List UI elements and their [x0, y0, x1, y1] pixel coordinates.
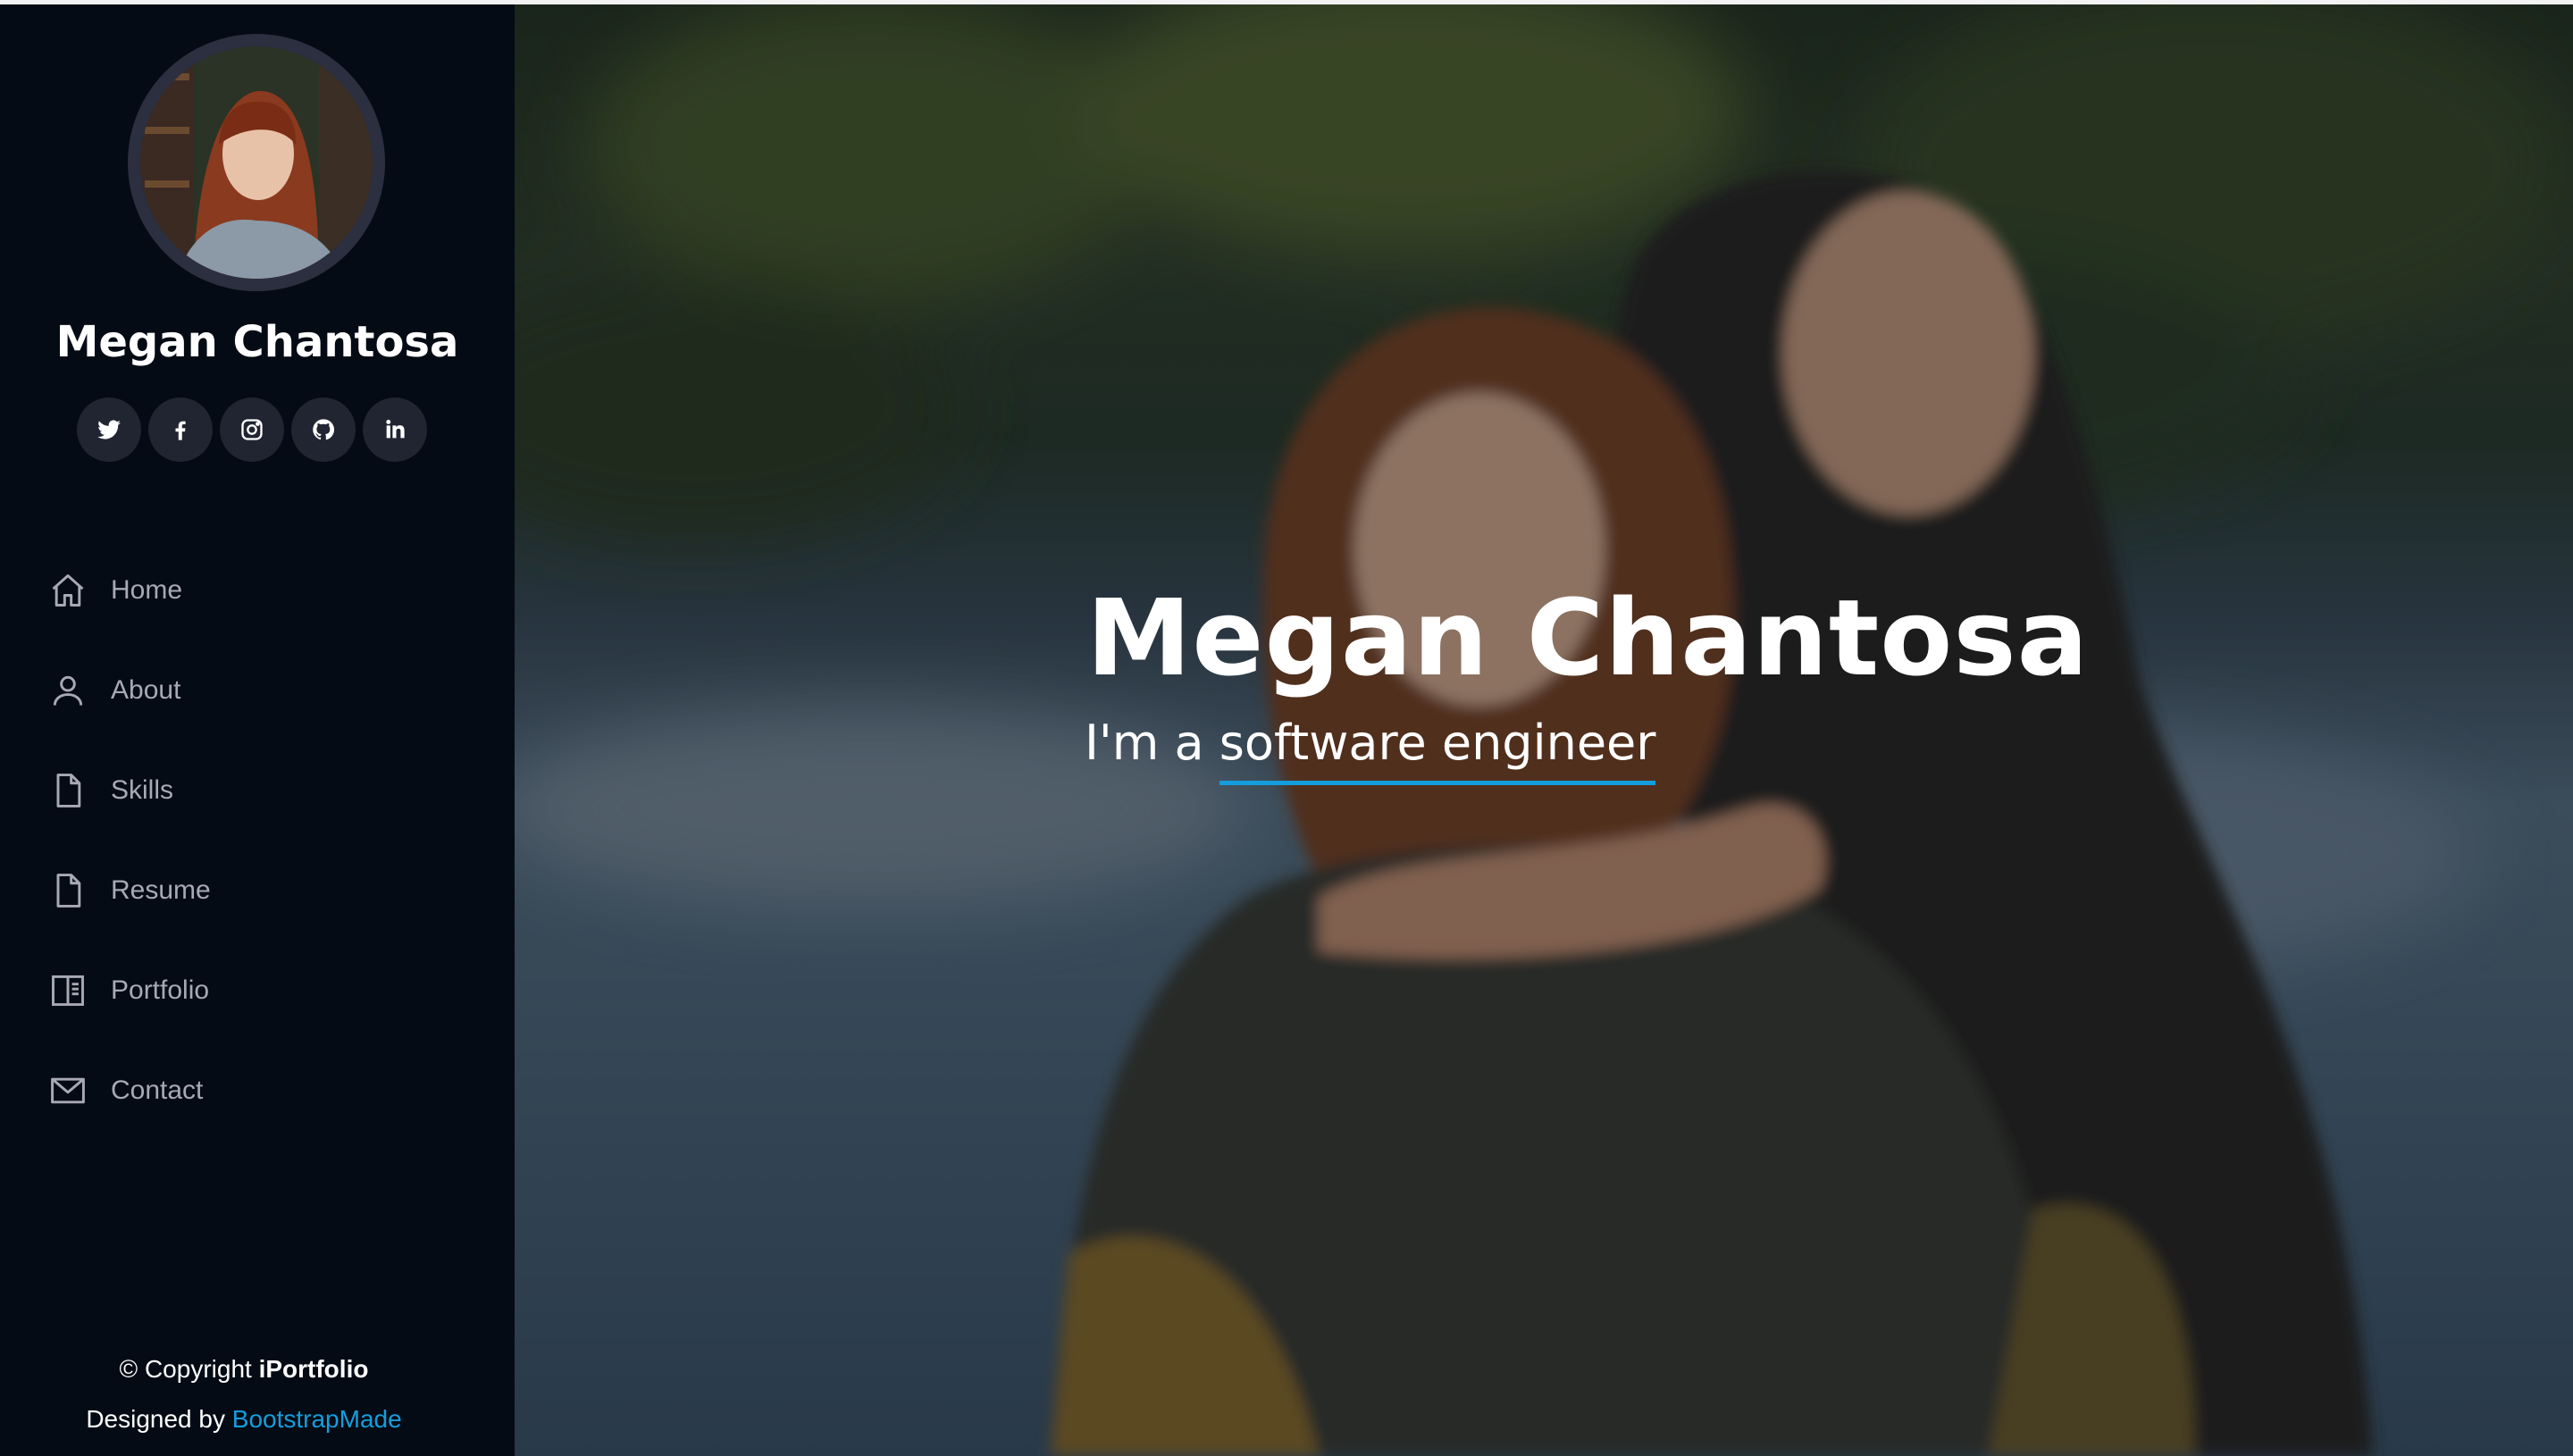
- nav-about-label: About: [111, 675, 181, 705]
- home-icon: [48, 571, 88, 610]
- book-half-icon: [48, 971, 88, 1010]
- social-links: [77, 397, 427, 462]
- hero-title: Megan Chantosa: [1086, 576, 2090, 699]
- designer-link[interactable]: BootstrapMade: [232, 1405, 402, 1433]
- instagram-link[interactable]: [220, 397, 284, 462]
- twitter-icon: [97, 420, 121, 439]
- hero-section: Megan Chantosa I'm a software engineer: [515, 4, 2573, 1456]
- profile-avatar: [128, 34, 385, 291]
- nav-home-label: Home: [111, 575, 183, 605]
- nav-portfolio-label: Portfolio: [111, 975, 210, 1005]
- credits: Designed by BootstrapMade: [86, 1405, 402, 1433]
- hero-subtitle: I'm a software engineer: [1085, 715, 1656, 785]
- envelope-icon: [48, 1071, 88, 1110]
- nav-portfolio[interactable]: Portfolio: [48, 941, 211, 1041]
- nav-home[interactable]: Home: [48, 540, 211, 640]
- main-nav: Home About Skills Resume Portfolio Conta…: [48, 540, 211, 1141]
- nav-about[interactable]: About: [48, 640, 211, 741]
- sidebar-footer: © Copyright iPortfolio Designed by Boots…: [0, 1344, 515, 1444]
- linkedin-icon: [386, 419, 405, 439]
- nav-resume-label: Resume: [111, 875, 211, 905]
- brand-name: iPortfolio: [258, 1355, 369, 1383]
- facebook-link[interactable]: [148, 397, 213, 462]
- nav-skills-label: Skills: [111, 775, 174, 805]
- person-icon: [48, 671, 88, 710]
- typed-text: software engineer: [1219, 715, 1656, 785]
- instagram-icon: [241, 419, 263, 440]
- copyright: © Copyright iPortfolio: [119, 1355, 369, 1383]
- nav-contact-label: Contact: [111, 1075, 204, 1105]
- sidebar: Megan Chantosa Home About Skills Resume …: [0, 4, 515, 1456]
- file-icon: [48, 771, 88, 810]
- twitter-link[interactable]: [77, 397, 141, 462]
- github-icon: [313, 419, 335, 440]
- facebook-icon: [175, 421, 186, 440]
- file-icon: [48, 871, 88, 910]
- top-border: [0, 0, 2573, 4]
- linkedin-link[interactable]: [363, 397, 427, 462]
- nav-skills[interactable]: Skills: [48, 741, 211, 841]
- nav-contact[interactable]: Contact: [48, 1041, 211, 1141]
- nav-resume[interactable]: Resume: [48, 841, 211, 941]
- profile-name: Megan Chantosa: [55, 317, 459, 367]
- github-link[interactable]: [291, 397, 356, 462]
